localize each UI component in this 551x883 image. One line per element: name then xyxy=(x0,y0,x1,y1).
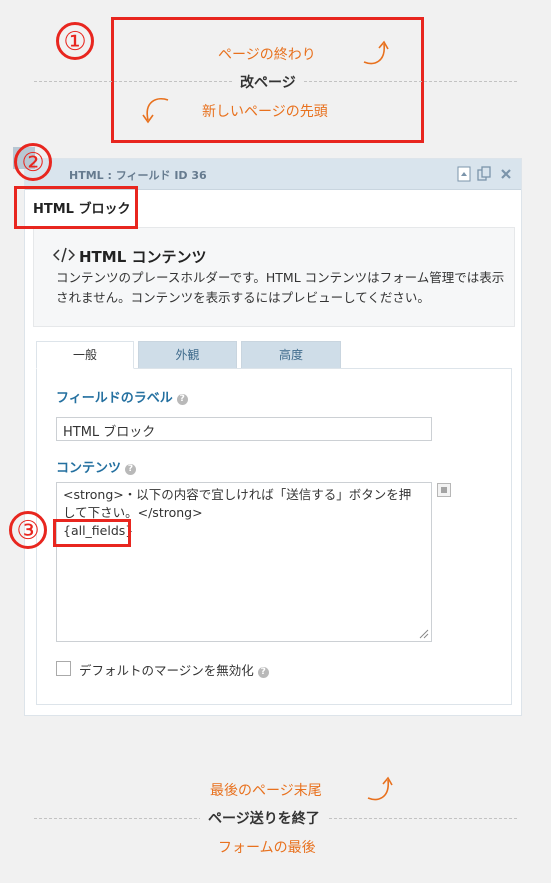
merge-tags-icon xyxy=(441,487,447,493)
page-break-title: 改ページ xyxy=(232,72,304,92)
annotation-number-2: ② xyxy=(14,143,52,181)
curved-arrow-up-icon xyxy=(367,776,393,801)
help-icon[interactable]: ? xyxy=(125,464,137,475)
disable-margin-label: デフォルトのマージンを無効化? xyxy=(79,660,269,679)
delete-icon[interactable] xyxy=(499,166,513,182)
resize-handle-icon[interactable] xyxy=(417,627,429,639)
content-title: コンテンツ? xyxy=(56,457,137,476)
field-label-title: フィールドのラベル? xyxy=(56,387,188,406)
collapse-icon[interactable] xyxy=(457,166,471,182)
curved-arrow-up-icon xyxy=(363,40,389,65)
annotation-number-3: ③ xyxy=(9,511,47,549)
tab-general[interactable]: 一般 xyxy=(36,341,134,369)
next-page-start-label: 新しいページの先頭 xyxy=(202,104,328,120)
curved-arrow-down-icon xyxy=(142,98,169,124)
content-title-text: コンテンツ xyxy=(56,461,122,476)
field-header-title: HTML : フィールド ID 36 xyxy=(69,169,207,182)
content-line-1: <strong>・以下の内容で宜しければ「送信する」ボタンを押 xyxy=(63,487,412,502)
field-label-input[interactable]: HTML ブロック xyxy=(56,417,432,441)
last-page-end-label: 最後のページ末尾 xyxy=(210,783,322,799)
tab-appearance[interactable]: 外観 xyxy=(138,341,237,369)
help-icon[interactable]: ? xyxy=(176,394,188,405)
disable-margin-text: デフォルトのマージンを無効化 xyxy=(79,663,254,678)
info-title: HTML コンテンツ xyxy=(79,248,207,266)
content-textarea[interactable]: <strong>・以下の内容で宜しければ「送信する」ボタンを押 して下さい。</s… xyxy=(56,482,432,642)
page-end-label: ページの終わり xyxy=(218,47,316,63)
merge-tags-button[interactable] xyxy=(437,483,451,497)
annotation-box-field-type xyxy=(14,186,138,229)
form-end-label: フォームの最後 xyxy=(218,840,316,856)
duplicate-icon[interactable] xyxy=(477,166,491,182)
help-icon[interactable]: ? xyxy=(257,667,269,678)
disable-margin-checkbox[interactable] xyxy=(56,661,71,676)
code-icon xyxy=(53,247,75,263)
info-text: コンテンツのプレースホルダーです。HTML コンテンツはフォーム管理では表示され… xyxy=(56,270,505,305)
end-pagination-title: ページ送りを終了 xyxy=(200,808,328,828)
tab-advanced[interactable]: 高度 xyxy=(241,341,341,369)
field-label-text: フィールドのラベル xyxy=(56,391,173,406)
annotation-box-all-fields xyxy=(53,519,131,547)
annotation-number-1: ① xyxy=(56,22,94,60)
html-field-panel[interactable]: HTML : フィールド ID 36 HTML ブロック HTML コンテンツ … xyxy=(24,158,522,716)
